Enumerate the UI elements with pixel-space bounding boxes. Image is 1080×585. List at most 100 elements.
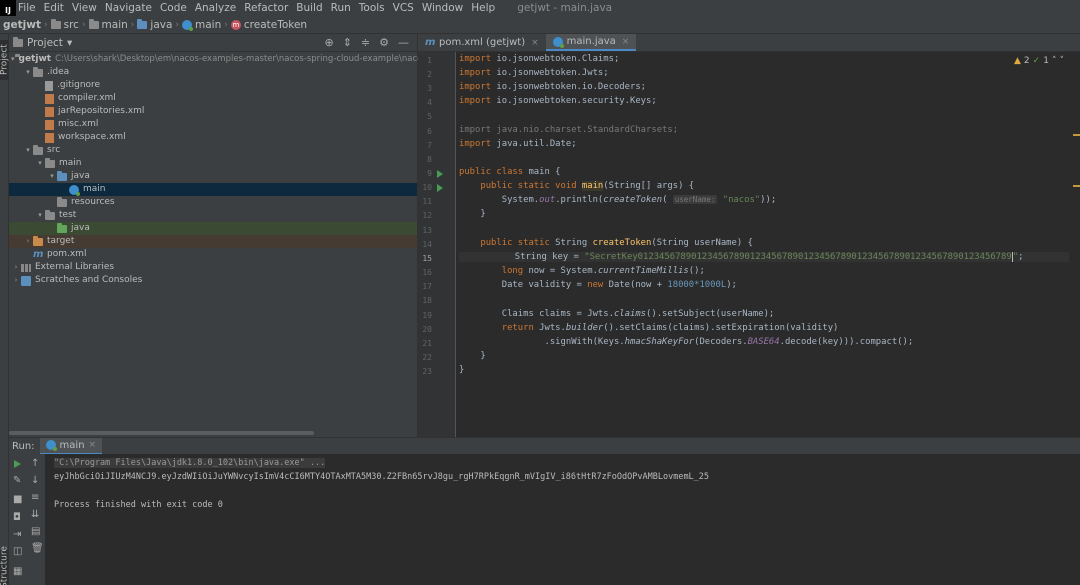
warning-marker[interactable] — [1073, 185, 1080, 187]
console-text[interactable]: "C:\Program Files\Java\jdk1.8.0_102\bin\… — [54, 458, 326, 468]
tree-item[interactable]: ▾ .idea — [9, 66, 417, 79]
tree-item-label: compiler.xml — [58, 93, 116, 103]
project-path: C:\Users\shark\Desktop\em\nacos-examples… — [55, 54, 446, 64]
tree-item[interactable]: misc.xml — [9, 118, 417, 131]
breadcrumb-class[interactable]: main — [179, 19, 224, 31]
menu-file[interactable]: File — [16, 0, 40, 16]
left-tool-stripe — [0, 34, 9, 585]
menu-help[interactable]: Help — [467, 0, 499, 16]
trash-icon[interactable]: 🗑 — [31, 543, 44, 554]
tree-item[interactable]: java — [9, 222, 417, 235]
tab-pom-xml[interactable]: m pom.xml (getjwt) × — [418, 34, 546, 51]
chevron-right-icon[interactable]: › — [11, 261, 21, 274]
soft-wrap-icon[interactable]: ≡ — [31, 492, 39, 503]
gear-icon[interactable]: ⚙ — [379, 36, 389, 49]
layout-icon[interactable]: ◫ — [13, 546, 22, 557]
console-command-line: "C:\Program Files\Java\jdk1.8.0_102\bin\… — [54, 458, 326, 468]
project-stripe-button[interactable]: Project — [0, 40, 10, 80]
structure-stripe-button[interactable]: Structure — [0, 547, 10, 585]
menu-vcs[interactable]: VCS — [389, 0, 418, 16]
scroll-to-end-icon[interactable]: ⇊ — [31, 509, 39, 520]
chevron-down-icon[interactable]: ▾ — [23, 66, 33, 79]
tree-item[interactable]: compiler.xml — [9, 92, 417, 105]
chevron-down-icon[interactable]: ▾ — [35, 157, 45, 170]
editor-error-stripe[interactable] — [1073, 52, 1080, 437]
breadcrumb-java[interactable]: java — [134, 18, 175, 31]
breadcrumb-src[interactable]: src — [48, 18, 82, 31]
chevron-down-icon[interactable]: ▾ — [23, 144, 33, 157]
tree-item-label: External Libraries — [35, 262, 115, 272]
menu-navigate[interactable]: Navigate — [101, 0, 156, 16]
inspection-widget[interactable]: ▲ 2 ✓ 1 ˄ ˅ — [1014, 56, 1064, 66]
warning-marker[interactable] — [1073, 134, 1080, 136]
run-class-icon[interactable] — [437, 170, 443, 178]
chevron-right-icon[interactable]: › — [23, 235, 33, 248]
tab-main-java[interactable]: main.java × — [545, 34, 637, 51]
project-view-selector[interactable]: Project ▾ — [13, 36, 73, 49]
hide-icon[interactable]: — — [398, 36, 409, 49]
run-tab-main[interactable]: main × — [39, 437, 103, 455]
menu-refactor[interactable]: Refactor — [240, 0, 292, 16]
tree-item[interactable]: ▾ test — [9, 209, 417, 222]
chevron-down-icon[interactable]: ▾ — [35, 209, 45, 222]
stop-icon[interactable]: ■ — [13, 494, 22, 505]
keyword: import — [459, 139, 492, 149]
menu-run[interactable]: Run — [327, 0, 355, 16]
horizontal-scrollbar[interactable] — [9, 431, 314, 435]
wrench-icon[interactable]: ✎ — [13, 475, 21, 486]
chevron-down-icon: ▾ — [66, 36, 73, 49]
line-number: 19 — [422, 311, 432, 320]
rerun-icon[interactable] — [14, 460, 21, 468]
chevron-down-icon[interactable]: ˅ — [1059, 56, 1064, 66]
line-number: 7 — [427, 141, 432, 150]
arrow-down-icon[interactable]: ↓ — [31, 475, 39, 486]
chevron-down-icon[interactable]: ▾ — [47, 170, 57, 183]
menu-build[interactable]: Build — [292, 0, 326, 16]
chevron-right-icon[interactable]: › — [11, 274, 21, 287]
keyword: import — [459, 68, 492, 78]
folder-icon — [45, 209, 55, 220]
expand-all-icon[interactable]: ⇕ — [343, 36, 352, 49]
menu-code[interactable]: Code — [156, 0, 191, 16]
close-icon[interactable]: × — [531, 38, 539, 48]
breadcrumb-project[interactable]: getjwt — [0, 19, 44, 31]
menu-tools[interactable]: Tools — [355, 0, 389, 16]
arrow-up-icon[interactable]: ↑ — [31, 458, 39, 469]
collapse-all-icon[interactable]: ≑ — [361, 36, 370, 49]
exit-icon[interactable]: ⇥ — [13, 529, 21, 540]
tree-item[interactable]: m pom.xml — [9, 248, 417, 261]
project-panel-header: Project ▾ ⊕ ⇕ ≑ ⚙ — — [9, 34, 417, 52]
chevron-up-icon[interactable]: ˄ — [1052, 56, 1057, 66]
close-icon[interactable]: × — [622, 37, 630, 47]
tree-item[interactable]: ▾ getjwt C:\Users\shark\Desktop\em\nacos-e… — [9, 53, 446, 66]
menu-analyze[interactable]: Analyze — [191, 0, 240, 16]
menu-window[interactable]: Window — [418, 0, 467, 16]
menu-bar: IJ File Edit View Navigate Code Analyze … — [0, 0, 1080, 16]
breadcrumb-main[interactable]: main — [86, 18, 131, 31]
tree-item[interactable]: › Scratches and Consoles — [9, 274, 417, 287]
run-console[interactable]: "C:\Program Files\Java\jdk1.8.0_102\bin\… — [45, 454, 1080, 585]
tree-item[interactable]: resources — [9, 196, 417, 209]
breadcrumb-method[interactable]: m createToken — [228, 19, 310, 31]
pin-icon[interactable]: ▦ — [13, 566, 22, 577]
tree-item[interactable]: .gitignore — [9, 79, 417, 92]
tree-item[interactable]: ▾ java — [9, 170, 417, 183]
tree-item[interactable]: workspace.xml — [9, 131, 417, 144]
tree-item[interactable]: main — [9, 183, 417, 196]
tree-item[interactable]: › target — [9, 235, 417, 248]
print-icon[interactable]: ▤ — [31, 526, 40, 537]
tree-item[interactable]: jarRepositories.xml — [9, 105, 417, 118]
menu-edit[interactable]: Edit — [40, 0, 68, 16]
close-icon[interactable]: × — [89, 440, 97, 450]
run-method-icon[interactable] — [437, 184, 443, 192]
tree-item[interactable]: › External Libraries — [9, 261, 417, 274]
code-editor[interactable]: import io.jsonwebtoken.Claims; import io… — [459, 52, 1069, 437]
camera-icon[interactable]: ◘ — [13, 512, 21, 523]
menu-view[interactable]: View — [68, 0, 101, 16]
locate-icon[interactable]: ⊕ — [324, 36, 333, 49]
editor-gutter[interactable]: 1 2 3 4 5 6 7 8 9 10 11 12 13 14 15 16 17 18 19 20 21 22 23 — [418, 52, 456, 437]
tree-item-label: getjwt — [18, 54, 52, 64]
tree-item[interactable]: ▾ main — [9, 157, 417, 170]
tree-item[interactable]: ▾ src — [9, 144, 417, 157]
chevron-down-icon[interactable]: ▾ — [11, 53, 15, 66]
